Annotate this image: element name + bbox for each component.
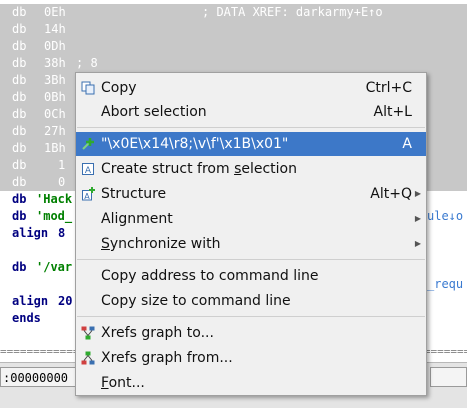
row-comment: ; 8 — [76, 56, 98, 70]
row-value: 27h — [44, 124, 66, 138]
menu-item-label: Font... — [101, 375, 145, 391]
menu-separator — [77, 127, 425, 128]
menu-item-label: Create struct from selection — [101, 161, 297, 177]
string-icon — [82, 138, 94, 150]
row-value: 0Ch — [44, 107, 66, 121]
row-string: 'mod_ — [36, 209, 73, 223]
row-keyword: db — [12, 22, 27, 36]
svg-text:A: A — [84, 192, 90, 201]
row-string: '/var — [36, 260, 73, 274]
row-keyword: db — [12, 192, 27, 206]
copy-icon — [81, 81, 95, 95]
row-value: 1Bh — [44, 141, 66, 155]
menu-item-label: Copy address to command line — [101, 268, 319, 284]
row-keyword: db — [12, 39, 27, 53]
submenu-arrow-icon: ▶ — [414, 214, 421, 223]
view-combo-box[interactable] — [430, 367, 467, 387]
submenu-arrow-icon: ▶ — [414, 239, 421, 248]
row-value: 1 — [58, 158, 66, 172]
menu-item-label: Xrefs graph to... — [101, 325, 214, 341]
menu-item-shortcut: Alt+L — [373, 104, 413, 120]
menu-item-label: "\x0E\x14\r8;\v\f'\x1B\x01" — [101, 136, 289, 152]
row-keyword: db — [12, 90, 27, 104]
menu-item-shortcut: Alt+Q — [370, 186, 412, 202]
menu-item-label: Xrefs graph from... — [101, 350, 233, 366]
submenu-arrow-icon: ▶ — [414, 189, 421, 198]
menu-item-alignment[interactable]: Alignment ▶ — [76, 207, 426, 231]
row-keyword: db — [12, 141, 27, 155]
menu-item-label: Alignment — [101, 211, 173, 227]
menu-item-shortcut: Ctrl+C — [365, 80, 412, 96]
menu-item-synchronize[interactable]: Synchronize with ▶ — [76, 232, 426, 256]
row-value: 0Eh — [44, 5, 66, 19]
menu-item-structure[interactable]: A Structure Alt+Q ▶ — [76, 182, 426, 206]
row-keyword: db — [12, 73, 27, 87]
row-string: 'Hack — [36, 192, 73, 206]
row-keyword: db — [12, 124, 27, 138]
svg-text:A: A — [85, 166, 92, 176]
menu-item-label: Copy size to command line — [101, 293, 291, 309]
menu-item-xrefs-to[interactable]: Xrefs graph to... — [76, 321, 426, 345]
row-value: 0 — [58, 175, 66, 189]
menu-item-label: Structure — [101, 186, 167, 202]
menu-item-label: Abort selection — [101, 104, 207, 120]
row-keyword: db — [12, 5, 27, 19]
row-keyword: db — [12, 209, 27, 223]
row-value: 3Bh — [44, 73, 66, 87]
menu-separator — [77, 316, 425, 317]
row-value: 0Bh — [44, 90, 66, 104]
listing-fragment-text: ule↓o — [427, 209, 464, 223]
row-keyword: db — [12, 107, 27, 121]
xrefs-from-icon — [81, 351, 95, 365]
menu-item-copy-address[interactable]: Copy address to command line — [76, 264, 426, 288]
context-menu: Copy Ctrl+C Abort selection Alt+L "\x0E\… — [75, 72, 427, 396]
row-keyword: db — [12, 158, 27, 172]
xrefs-to-icon — [81, 326, 95, 340]
listing-fragment-text: _requ — [427, 277, 464, 291]
row-value: 38h — [44, 56, 66, 70]
menu-item-label: Copy — [101, 80, 137, 96]
menu-item-xrefs-from[interactable]: Xrefs graph from... — [76, 346, 426, 370]
listing-row[interactable]: db 0Dh — [0, 38, 467, 55]
menu-item-string[interactable]: "\x0E\x14\r8;\v\f'\x1B\x01" A — [76, 132, 426, 156]
menu-item-copy[interactable]: Copy Ctrl+C — [76, 76, 426, 100]
structure-icon: A — [82, 187, 95, 201]
row-comment: ; DATA XREF: darkarmy+E↑o — [202, 5, 383, 19]
listing-row[interactable]: db 14h — [0, 21, 467, 38]
row-value: 0Dh — [44, 39, 66, 53]
listing-row[interactable]: db 38h ; 8 — [0, 55, 467, 72]
row-keyword: align — [12, 226, 49, 240]
row-keyword: db — [12, 260, 27, 274]
row-keyword: ends — [12, 311, 41, 325]
menu-item-label: Synchronize with — [101, 236, 221, 252]
menu-item-create-struct[interactable]: A Create struct from selection — [76, 157, 426, 181]
row-keyword: align — [12, 294, 49, 308]
listing-row[interactable]: db 0Eh ; DATA XREF: darkarmy+E↑o — [0, 4, 467, 21]
row-keyword: db — [12, 56, 27, 70]
menu-item-shortcut: A — [402, 136, 412, 152]
menu-item-abort-selection[interactable]: Abort selection Alt+L — [76, 100, 426, 124]
row-keyword: db — [12, 175, 27, 189]
menu-separator — [77, 259, 425, 260]
row-value: 20 — [58, 294, 73, 308]
row-value: 8 — [58, 226, 66, 240]
listing-fragment-right: ule↓o — [427, 208, 463, 225]
row-value: 14h — [44, 22, 66, 36]
menu-item-font[interactable]: Font... — [76, 371, 426, 395]
menu-item-copy-size[interactable]: Copy size to command line — [76, 289, 426, 313]
listing-fragment-right: _requ — [427, 276, 463, 293]
struct-create-icon: A — [82, 163, 94, 176]
